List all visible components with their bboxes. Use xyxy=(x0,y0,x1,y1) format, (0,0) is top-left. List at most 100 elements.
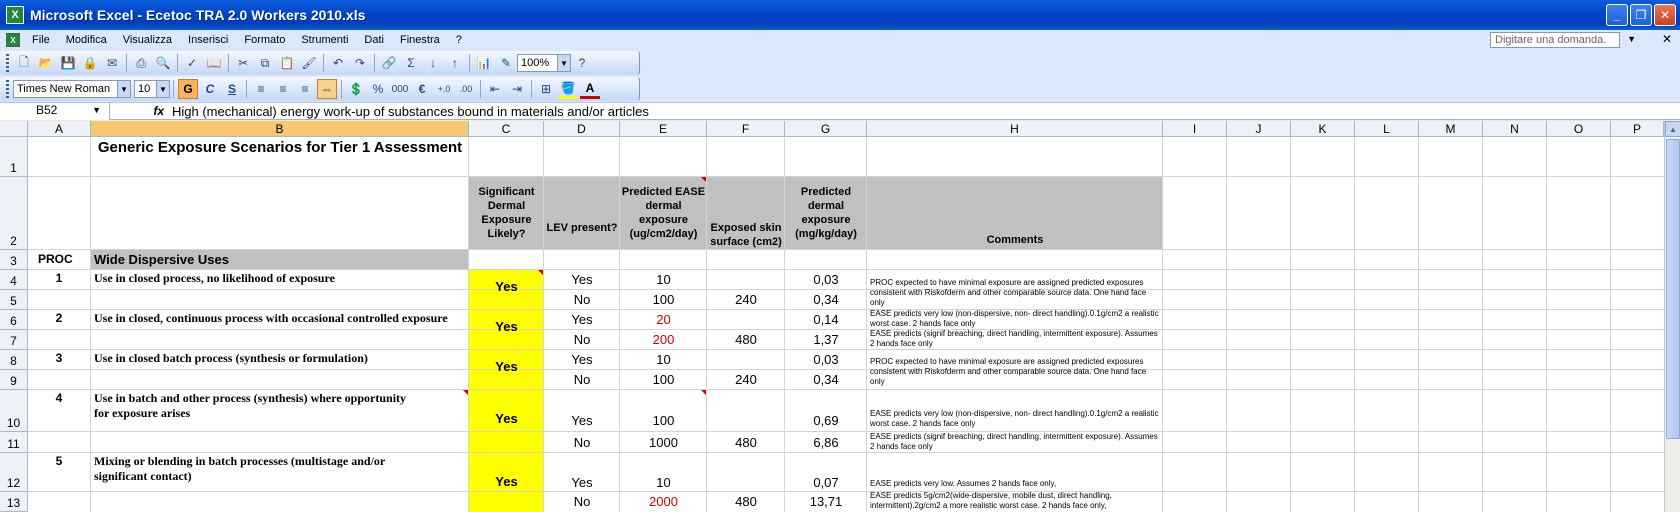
column-header-m[interactable]: M xyxy=(1419,121,1483,137)
close-workbook-icon[interactable]: ✕ xyxy=(1662,32,1672,46)
row-header-13[interactable]: 13 xyxy=(0,492,28,512)
chevron-down-icon[interactable]: ▼ xyxy=(117,81,130,97)
copy-icon[interactable]: ⧉ xyxy=(255,53,275,73)
scroll-thumb[interactable] xyxy=(1666,139,1680,439)
menu-dati[interactable]: Dati xyxy=(356,34,392,46)
ask-question-input[interactable]: Digitare una domanda. xyxy=(1490,32,1620,48)
workbook-icon[interactable]: X xyxy=(6,33,20,47)
comma-style-button[interactable]: 000 xyxy=(390,79,410,99)
euro-button[interactable]: € xyxy=(412,79,432,99)
align-right-icon[interactable]: ≡ xyxy=(295,79,315,99)
menu-strumenti[interactable]: Strumenti xyxy=(293,34,356,46)
row-header-10[interactable]: 10 xyxy=(0,390,28,432)
toolbar-grip[interactable] xyxy=(6,54,9,72)
font-select[interactable]: Times New Roman ▼ xyxy=(13,80,131,98)
font-size-select[interactable]: 10 ▼ xyxy=(134,80,170,98)
currency-style-icon[interactable]: 💲 xyxy=(346,79,366,99)
merge-center-icon[interactable]: ⇔ xyxy=(317,79,337,99)
increase-indent-icon[interactable]: ⇥ xyxy=(507,79,527,99)
autosum-icon[interactable]: Σ xyxy=(401,53,421,73)
restore-button[interactable]: ❐ xyxy=(1630,4,1652,26)
percent-button[interactable]: % xyxy=(368,79,388,99)
column-header-h[interactable]: H xyxy=(867,121,1163,137)
align-left-icon[interactable]: ≡ xyxy=(251,79,271,99)
chevron-down-icon[interactable]: ▼ xyxy=(1627,34,1636,44)
undo-icon[interactable]: ↶ xyxy=(328,53,348,73)
hyperlink-icon[interactable]: 🔗 xyxy=(379,53,399,73)
vertical-scrollbar[interactable]: ▲ xyxy=(1664,121,1680,512)
column-header-a[interactable]: A xyxy=(28,121,91,137)
scroll-up-icon[interactable]: ▲ xyxy=(1665,121,1680,137)
zoom-select[interactable]: 100% ▼ xyxy=(517,54,571,72)
decrease-decimal-icon[interactable]: .00 xyxy=(456,79,476,99)
column-header-c[interactable]: C xyxy=(469,121,544,137)
research-icon[interactable]: 📖 xyxy=(204,53,224,73)
chevron-down-icon[interactable]: ▼ xyxy=(557,55,570,71)
column-header-k[interactable]: K xyxy=(1291,121,1355,137)
row-header-6[interactable]: 6 xyxy=(0,310,28,330)
italic-button[interactable]: C xyxy=(200,79,220,99)
row-header-4[interactable]: 4 xyxy=(0,270,28,290)
column-header-j[interactable]: J xyxy=(1227,121,1291,137)
increase-decimal-icon[interactable]: +.0 xyxy=(434,79,454,99)
sort-asc-icon[interactable]: ↓ xyxy=(423,53,443,73)
drawing-icon[interactable]: ✎ xyxy=(496,53,516,73)
redo-icon[interactable]: ↷ xyxy=(350,53,370,73)
column-header-b[interactable]: B xyxy=(91,121,469,137)
menu-visualizza[interactable]: Visualizza xyxy=(115,34,180,46)
row-header-2[interactable]: 2 xyxy=(0,177,28,250)
select-all-corner[interactable] xyxy=(0,121,28,137)
row-header-8[interactable]: 8 xyxy=(0,350,28,370)
column-header-o[interactable]: O xyxy=(1547,121,1611,137)
column-header-e[interactable]: E xyxy=(620,121,707,137)
menu-formato[interactable]: Formato xyxy=(236,34,293,46)
sort-desc-icon[interactable]: ↑ xyxy=(445,53,465,73)
align-center-icon[interactable]: ≡ xyxy=(273,79,293,99)
row-header-7[interactable]: 7 xyxy=(0,330,28,350)
menu-file[interactable]: File xyxy=(24,34,58,46)
column-header-n[interactable]: N xyxy=(1483,121,1547,137)
name-box[interactable]: B52 ▼ xyxy=(0,102,110,120)
menu-help[interactable]: ? xyxy=(448,34,470,46)
underline-button[interactable]: S xyxy=(222,79,242,99)
row-header-1[interactable]: 1 xyxy=(0,137,28,177)
chevron-down-icon[interactable]: ▼ xyxy=(92,105,101,115)
row-header-3[interactable]: 3 xyxy=(0,250,28,270)
chevron-down-icon[interactable]: ▼ xyxy=(156,81,169,97)
menu-inserisci[interactable]: Inserisci xyxy=(180,34,236,46)
borders-icon[interactable]: ⊞ xyxy=(536,79,556,99)
print-preview-icon[interactable]: 🔍 xyxy=(153,53,173,73)
print-icon[interactable]: ⎙ xyxy=(131,53,151,73)
new-icon[interactable]: 🗋 xyxy=(14,53,34,73)
paste-icon[interactable]: 📋 xyxy=(277,53,297,73)
help-icon[interactable]: ? xyxy=(572,53,592,73)
cut-icon[interactable]: ✂ xyxy=(233,53,253,73)
function-icon[interactable]: fx xyxy=(110,104,172,118)
menu-finestra[interactable]: Finestra xyxy=(392,34,448,46)
excel-app-icon[interactable]: X xyxy=(6,6,24,24)
email-icon[interactable]: ✉ xyxy=(102,53,122,73)
column-header-d[interactable]: D xyxy=(544,121,620,137)
decrease-indent-icon[interactable]: ⇤ xyxy=(485,79,505,99)
close-button[interactable]: ✕ xyxy=(1654,4,1676,26)
open-icon[interactable]: 📂 xyxy=(36,53,56,73)
minimize-button[interactable]: _ xyxy=(1606,4,1628,26)
column-header-f[interactable]: F xyxy=(707,121,785,137)
format-painter-icon[interactable]: 🖌 xyxy=(299,53,319,73)
column-header-p[interactable]: P xyxy=(1611,121,1664,137)
row-header-12[interactable]: 12 xyxy=(0,453,28,492)
row-header-9[interactable]: 9 xyxy=(0,370,28,390)
permission-icon[interactable]: 🔒 xyxy=(80,53,100,73)
save-icon[interactable]: 💾 xyxy=(58,53,78,73)
column-header-i[interactable]: I xyxy=(1163,121,1227,137)
menu-modifica[interactable]: Modifica xyxy=(58,34,115,46)
column-header-g[interactable]: G xyxy=(785,121,867,137)
spreadsheet-grid[interactable]: A B C D E F G H I J K L M N O P 1 2 3 4 xyxy=(0,121,1664,512)
formula-input[interactable]: High (mechanical) energy work-up of subs… xyxy=(172,104,649,119)
font-color-icon[interactable]: A xyxy=(580,79,600,99)
spelling-icon[interactable]: ✓ xyxy=(182,53,202,73)
row-header-11[interactable]: 11 xyxy=(0,432,28,453)
row-header-5[interactable]: 5 xyxy=(0,290,28,310)
fill-color-icon[interactable]: 🪣 xyxy=(558,79,578,99)
column-header-l[interactable]: L xyxy=(1355,121,1419,137)
